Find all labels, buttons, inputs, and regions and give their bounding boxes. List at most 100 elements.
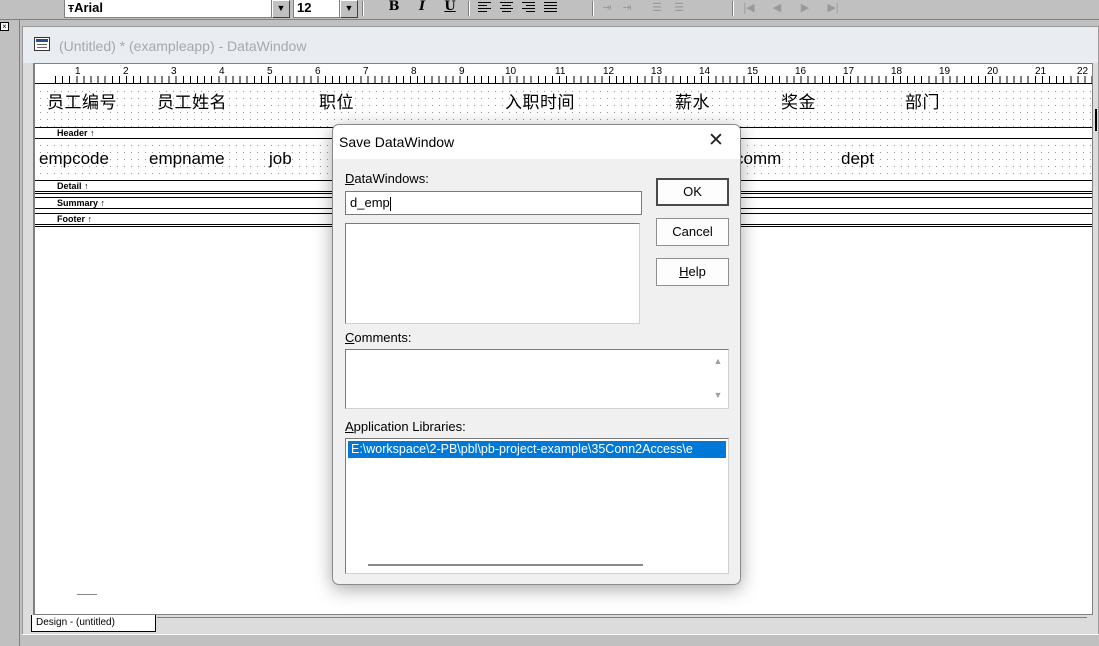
datawindows-label: DataWindows:: [345, 171, 429, 186]
header-band-area[interactable]: 员工编号 员工姓名 职位 入职时间 薪水 奖金 部门: [35, 85, 1092, 127]
underline-button[interactable]: U: [440, 0, 460, 16]
header-text-empcode[interactable]: 员工编号: [47, 88, 117, 113]
align-center-icon[interactable]: [500, 2, 513, 13]
header-text-salary[interactable]: 薪水: [675, 88, 710, 113]
comments-textarea[interactable]: ▲ ▼: [345, 349, 729, 409]
ruler-number: 14: [699, 66, 711, 77]
ruler-number: 4: [219, 66, 225, 77]
ok-button[interactable]: OK: [656, 178, 729, 206]
header-text-dept[interactable]: 部门: [905, 88, 940, 113]
help-button[interactable]: Help: [656, 258, 729, 286]
prior-page-icon[interactable]: ◀: [770, 2, 784, 14]
header-text-job[interactable]: 职位: [319, 88, 354, 113]
ruler-number: 7: [363, 66, 369, 77]
ruler-number: 9: [459, 66, 465, 77]
help-label-key: H: [679, 264, 689, 279]
ruler-number: 22: [1077, 66, 1089, 77]
scroll-down-icon[interactable]: ▼: [709, 390, 727, 400]
font-name-dropdown-icon[interactable]: ▼: [272, 0, 290, 18]
band-label: Summary: [57, 198, 99, 208]
comments-label: Comments:: [345, 330, 411, 345]
last-page-icon[interactable]: ▶|: [826, 2, 840, 14]
datawindows-label-text: ataWindows:: [354, 171, 429, 186]
tab-design[interactable]: Design - (untitled): [31, 615, 156, 632]
column-empcode[interactable]: empcode: [39, 149, 109, 169]
text-cursor: [389, 196, 391, 211]
ruler-number: 16: [795, 66, 807, 77]
vertical-marker: [1095, 109, 1097, 131]
dialog-titlebar: Save DataWindow ✕: [333, 125, 740, 159]
library-list-scrollbar[interactable]: [368, 564, 643, 566]
ruler-number: 18: [891, 66, 903, 77]
font-name-value: Arial: [74, 0, 104, 15]
app-libraries-label-key: A: [345, 419, 354, 434]
size-width-icon[interactable]: ☰: [650, 2, 664, 14]
panel-close-icon[interactable]: ×: [0, 22, 9, 31]
left-panel-strip: ×: [0, 20, 20, 646]
ruler-number: 6: [315, 66, 321, 77]
band-label: Detail: [57, 181, 82, 191]
ruler: 1 2 3 4 5 6 7 8 9 10 11 12 13 14 15 16 1…: [35, 64, 1092, 84]
size-height-icon[interactable]: ☰: [672, 2, 686, 14]
ruler-number: 11: [555, 66, 566, 77]
datawindow-name-value: d_emp: [350, 195, 390, 210]
comments-label-key: C: [345, 330, 355, 345]
column-empname[interactable]: empname: [149, 149, 225, 169]
library-list-item[interactable]: E:\workspace\2-PB\pbl\pb-project-example…: [348, 441, 726, 458]
application-libraries-list[interactable]: E:\workspace\2-PB\pbl\pb-project-example…: [345, 438, 729, 574]
bold-button[interactable]: B: [384, 0, 404, 16]
ruler-number: 15: [747, 66, 759, 77]
app-libraries-label-text: pplication Libraries:: [353, 419, 466, 434]
space-horizontal-icon[interactable]: ⇥: [600, 2, 614, 14]
window-title: (Untitled) * (exampleapp) - DataWindow: [59, 38, 307, 54]
cancel-button[interactable]: Cancel: [656, 218, 729, 246]
font-size-combo[interactable]: 12: [293, 0, 340, 18]
datawindow-name-input[interactable]: d_emp: [345, 191, 642, 215]
ruler-number: 2: [123, 66, 129, 77]
italic-button[interactable]: I: [412, 0, 432, 16]
toolbar-separator: [732, 1, 734, 16]
font-size-value: 12: [297, 0, 312, 15]
window-titlebar: (Untitled) * (exampleapp) - DataWindow: [23, 27, 1098, 63]
column-comm[interactable]: comm: [735, 149, 781, 169]
ruler-number: 17: [843, 66, 855, 77]
ruler-number: 8: [411, 66, 417, 77]
scroll-up-icon[interactable]: ▲: [709, 356, 727, 366]
column-dept[interactable]: dept: [841, 149, 874, 169]
status-bar: [22, 634, 1099, 646]
datawindow-icon: [34, 37, 50, 51]
comments-label-text: omments:: [354, 330, 412, 345]
help-label-text: elp: [688, 264, 706, 279]
ruler-number: 12: [603, 66, 615, 77]
scroll-indicator: [77, 594, 97, 595]
band-label: Footer: [57, 214, 85, 224]
ruler-ticks: [55, 76, 1092, 84]
close-icon[interactable]: ✕: [704, 130, 728, 154]
header-text-hiredate[interactable]: 入职时间: [505, 88, 575, 113]
justify-icon[interactable]: [544, 2, 557, 13]
formatting-toolbar: ŦArial ▼ 12 ▼ B I U ⇥ ⇥ ☰ ☰ |◀ ◀ ▶ ▶|: [0, 0, 1099, 20]
ruler-number: 10: [505, 66, 517, 77]
header-text-bonus[interactable]: 奖金: [781, 88, 816, 113]
column-job[interactable]: job: [269, 149, 292, 169]
ruler-number: 3: [171, 66, 177, 77]
ruler-number: 5: [267, 66, 273, 77]
ruler-number: 1: [75, 66, 81, 77]
datawindows-list[interactable]: [345, 223, 640, 324]
dialog-title: Save DataWindow: [339, 134, 455, 150]
band-label: Header: [57, 128, 88, 138]
header-text-empname[interactable]: 员工姓名: [157, 88, 227, 113]
toolbar-separator: [468, 1, 470, 16]
align-left-icon[interactable]: [478, 2, 491, 13]
next-page-icon[interactable]: ▶: [798, 2, 812, 14]
toolbar-separator: [362, 1, 364, 16]
toolbar-separator: [592, 1, 594, 16]
ruler-number: 21: [1035, 66, 1047, 77]
first-page-icon[interactable]: |◀: [742, 2, 756, 14]
font-name-combo[interactable]: ŦArial: [64, 0, 272, 18]
space-vertical-icon[interactable]: ⇥: [620, 2, 634, 14]
align-right-icon[interactable]: [522, 2, 535, 13]
save-datawindow-dialog: Save DataWindow ✕ DataWindows: d_emp OK …: [332, 124, 741, 585]
horizontal-scrollbar[interactable]: [157, 617, 1087, 631]
font-size-dropdown-icon[interactable]: ▼: [340, 0, 358, 18]
